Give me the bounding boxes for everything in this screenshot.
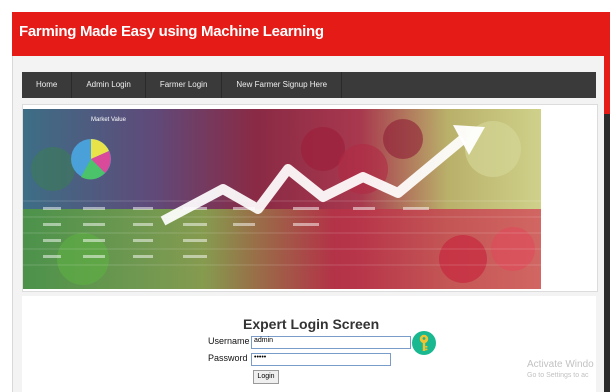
activate-windows-watermark: Activate Windo Go to Settings to ac xyxy=(527,359,594,379)
login-button[interactable]: Login xyxy=(253,370,279,384)
username-input[interactable]: admin xyxy=(251,336,411,349)
nav-new-farmer-signup[interactable]: New Farmer Signup Here xyxy=(222,72,343,98)
banner-container: Market Value xyxy=(22,104,598,292)
banner-chart-label: Market Value xyxy=(91,117,127,123)
password-label: Password xyxy=(208,353,248,363)
watermark-line1: Activate Windo xyxy=(527,359,594,370)
site-header: Farming Made Easy using Machine Learning xyxy=(12,12,610,56)
key-icon xyxy=(412,331,436,355)
nav-home[interactable]: Home xyxy=(22,72,73,98)
nav-bar: Home Admin Login Farmer Login New Farmer… xyxy=(22,72,596,98)
site-title: Farming Made Easy using Machine Learning xyxy=(19,23,324,40)
username-label: Username xyxy=(208,336,250,346)
nav-admin-login[interactable]: Admin Login xyxy=(72,72,146,98)
login-title: Expert Login Screen xyxy=(243,316,380,332)
right-edge-bar xyxy=(604,56,610,392)
banner-image: Market Value xyxy=(23,109,541,289)
watermark-line2: Go to Settings to ac xyxy=(527,372,589,379)
nav-farmer-login[interactable]: Farmer Login xyxy=(146,72,223,98)
password-input[interactable]: ••••• xyxy=(251,353,391,366)
